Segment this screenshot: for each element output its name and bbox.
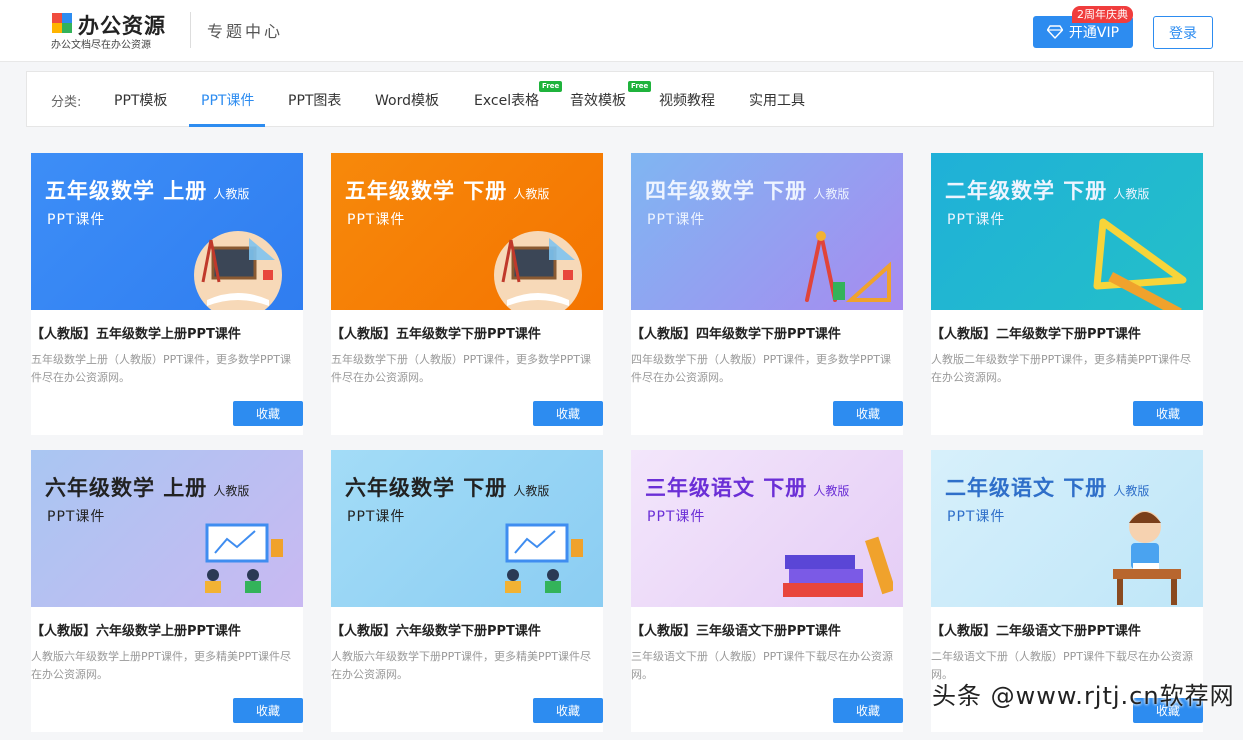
collect-button[interactable]: 收藏 [233,401,303,426]
category-ppt-courseware[interactable]: PPT课件 [201,90,254,110]
thumb-subtitle: PPT课件 [347,212,406,228]
card-description: 四年级数学下册（人教版）PPT课件，更多数学PPT课件尽在办公资源网。 [631,353,891,384]
watermark: 头条 @www.rjtj.cn软荐网 [932,682,1235,710]
card-title[interactable]: 【人教版】二年级数学下册PPT课件 [931,323,1203,342]
course-thumbnail[interactable]: 六年级数学 上册 人教版 PPT课件 [31,450,303,607]
course-thumbnail[interactable]: 四年级数学 下册 人教版 PPT课件 [631,153,903,310]
thumb-edition: 人教版 [813,484,850,498]
thumb-title: 二年级数学 下册 [945,179,1108,203]
thumb-subtitle: PPT课件 [47,509,106,525]
category-excel-sheet[interactable]: Excel表格 [474,90,539,110]
section-title: 专题中心 [207,22,284,41]
category-video-tutorial[interactable]: 视频教程 [659,90,715,110]
course-thumbnail[interactable]: 三年级语文 下册 人教版 PPT课件 [631,450,903,607]
card-title[interactable]: 【人教版】四年级数学下册PPT课件 [631,323,903,342]
course-thumbnail[interactable]: 五年级数学 上册 人教版 PPT课件 [31,153,303,310]
thumb-title: 三年级语文 下册 [645,476,808,500]
course-card[interactable]: 五年级数学 下册 人教版 PPT课件 【人教版】五年级数学下册PPT课件 五年级数… [331,153,603,435]
category-label: 分类: [51,95,82,110]
course-card[interactable]: 五年级数学 上册 人教版 PPT课件 【人教版】五年级数学上册PPT课件 五年级数… [31,153,303,435]
thumb-edition: 人教版 [1113,187,1150,201]
thumb-title: 六年级数学 下册 [345,476,508,500]
books-illustration [783,536,893,597]
thumb-title: 二年级语文 下册 [945,476,1108,500]
course-thumbnail[interactable]: 六年级数学 下册 人教版 PPT课件 [331,450,603,607]
collect-button[interactable]: 收藏 [1133,401,1203,426]
category-audio-template[interactable]: 音效模板 [570,90,626,110]
thumb-edition: 人教版 [513,484,550,498]
card-description: 五年级数学上册（人教版）PPT课件，更多数学PPT课件尽在办公资源网。 [31,353,291,384]
course-card[interactable]: 二年级数学 下册 人教版 PPT课件 【人教版】二年级数学下册PPT课件 人教版二… [931,153,1203,435]
collect-button[interactable]: 收藏 [533,401,603,426]
card-title[interactable]: 【人教版】六年级数学下册PPT课件 [331,620,603,639]
card-description: 五年级数学下册（人教版）PPT课件，更多数学PPT课件尽在办公资源网。 [331,353,591,384]
thumb-title: 四年级数学 下册 [645,179,808,203]
collect-button[interactable]: 收藏 [833,401,903,426]
thumb-subtitle: PPT课件 [947,212,1006,228]
thumb-subtitle: PPT课件 [947,509,1006,525]
triangle-ruler-illustration [1093,218,1187,310]
collect-button[interactable]: 收藏 [833,698,903,723]
thumb-title: 五年级数学 下册 [345,179,508,203]
thumb-title: 六年级数学 上册 [45,476,208,500]
open-vip-label: 开通VIP [1068,25,1120,41]
classroom-illustration [505,523,583,593]
math-blackboard-illustration [194,231,282,310]
audio-free-tag: Free [628,81,652,92]
course-thumbnail[interactable]: 二年级语文 下册 人教版 PPT课件 [931,450,1203,607]
course-thumbnail[interactable]: 二年级数学 下册 人教版 PPT课件 [931,153,1203,310]
card-title[interactable]: 【人教版】五年级数学下册PPT课件 [331,323,603,342]
site-header: 办公资源 办公文档尽在办公资源 专题中心 开通VIP 2周年庆典 登录 [0,0,1243,62]
math-blackboard-illustration [494,231,582,310]
card-description: 人教版六年级数学下册PPT课件，更多精美PPT课件尽在办公资源网。 [331,650,591,681]
category-bar: 分类: PPT模板 PPT课件 PPT图表 Word模板 Excel表格 Fre… [26,71,1214,127]
thumb-edition: 人教版 [213,484,250,498]
diamond-icon [1046,25,1063,39]
anniversary-badge: 2周年庆典 [1072,6,1133,23]
card-description: 人教版二年级数学下册PPT课件，更多精美PPT课件尽在办公资源网。 [931,353,1191,384]
classroom-illustration [205,523,283,593]
thumb-subtitle: PPT课件 [47,212,106,228]
excel-free-tag: Free [539,81,563,92]
card-title[interactable]: 【人教版】二年级语文下册PPT课件 [931,620,1203,639]
course-card[interactable]: 三年级语文 下册 人教版 PPT课件 【人教版】三年级语文下册PPT课件 三年级语… [631,450,903,732]
thumb-edition: 人教版 [813,187,850,201]
logo-cube-icon [52,13,72,33]
site-logo[interactable]: 办公资源 办公文档尽在办公资源 [48,10,168,51]
thumb-title: 五年级数学 上册 [45,179,208,203]
category-word-template[interactable]: Word模板 [375,90,439,110]
card-title[interactable]: 【人教版】六年级数学上册PPT课件 [31,620,303,639]
collect-button[interactable]: 收藏 [533,698,603,723]
card-description: 三年级语文下册（人教版）PPT课件下载尽在办公资源网。 [631,650,893,681]
compass-ruler-illustration [805,231,891,302]
collect-button[interactable]: 收藏 [233,698,303,723]
thumb-subtitle: PPT课件 [647,509,706,525]
header-divider [190,12,191,48]
card-title[interactable]: 【人教版】五年级数学上册PPT课件 [31,323,303,342]
thumb-edition: 人教版 [513,187,550,201]
thumb-subtitle: PPT课件 [347,509,406,525]
course-card[interactable]: 四年级数学 下册 人教版 PPT课件 【人教版】四年级数学下册PPT课件 四年级数… [631,153,903,435]
active-category-underline [189,124,265,127]
category-tools[interactable]: 实用工具 [749,90,805,110]
category-ppt-template[interactable]: PPT模板 [114,90,167,110]
course-card[interactable]: 六年级数学 上册 人教版 PPT课件 【人教版】六年级数学上册PPT课件 人教版六… [31,450,303,732]
student-desk-illustration [1113,511,1181,605]
card-title[interactable]: 【人教版】三年级语文下册PPT课件 [631,620,903,639]
course-card[interactable]: 六年级数学 下册 人教版 PPT课件 【人教版】六年级数学下册PPT课件 人教版六… [331,450,603,732]
thumb-subtitle: PPT课件 [647,212,706,228]
thumb-edition: 人教版 [1113,484,1150,498]
category-ppt-chart[interactable]: PPT图表 [288,90,341,110]
logo-slogan: 办公文档尽在办公资源 [51,40,151,51]
login-button[interactable]: 登录 [1153,16,1213,49]
thumb-edition: 人教版 [213,187,250,201]
card-description: 人教版六年级数学上册PPT课件，更多精美PPT课件尽在办公资源网。 [31,650,291,681]
course-thumbnail[interactable]: 五年级数学 下册 人教版 PPT课件 [331,153,603,310]
